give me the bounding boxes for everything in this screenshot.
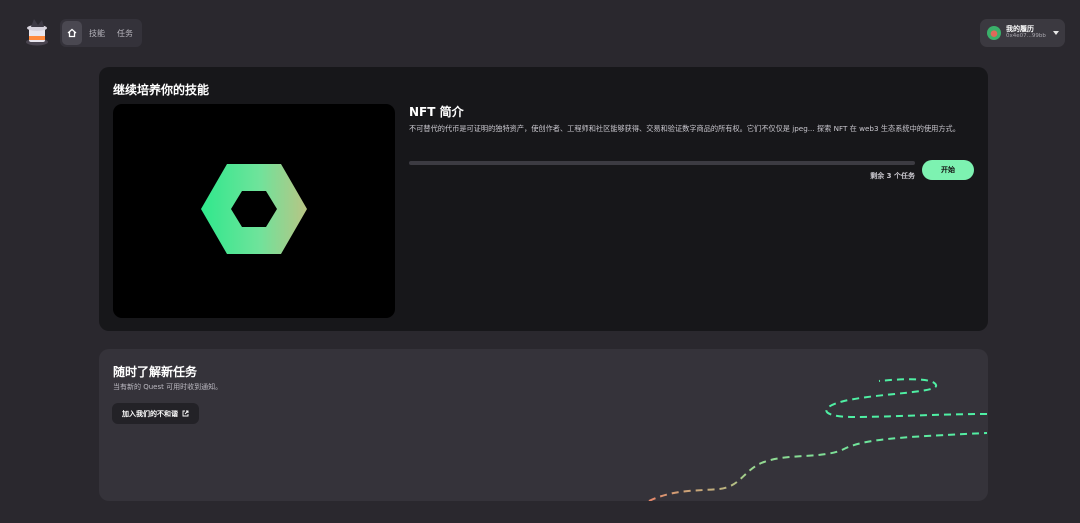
course-progress-bar [409,161,915,165]
nft-hexagon-icon [201,164,307,254]
course-title: NFT 简介 [409,105,464,119]
external-link-icon [182,410,189,417]
join-discord-label: 加入我们的不和谐 [122,409,178,418]
section-title: 继续培养你的技能 [113,83,210,97]
chevron-down-icon [1052,31,1059,35]
wallet-address: 0x4e07...99bb [1006,32,1046,39]
profile-menu-button[interactable]: 我的履历 0x4e07...99bb [980,19,1065,47]
section-title: 随时了解新任务 [113,365,198,379]
tab-quests[interactable]: 任务 [112,21,138,45]
profile-text: 我的履历 0x4e07...99bb [1006,26,1046,39]
main-nav: 技能 任务 [60,19,142,47]
quest-updates-card: 随时了解新任务 当有新的 Quest 可用时收到通知。 加入我们的不和谐 [99,349,988,501]
continue-skills-card: 继续培养你的技能 NFT 简介 不可替代的代币是可证明的独特资产，使创作者、工程… [99,67,988,331]
decorative-squiggle [648,378,988,501]
logo-icon[interactable] [24,16,50,46]
home-icon [67,28,77,38]
section-subtitle: 当有新的 Quest 可用时收到通知。 [113,383,223,391]
tab-skills[interactable]: 技能 [84,21,110,45]
course-thumbnail[interactable] [113,104,395,318]
tasks-remaining: 剩余 3 个任务 [870,172,915,180]
join-discord-button[interactable]: 加入我们的不和谐 [112,403,199,424]
start-button[interactable]: 开始 [922,160,974,180]
avatar [987,26,1001,40]
nav-home[interactable] [62,21,82,45]
course-description: 不可替代的代币是可证明的独特资产，使创作者、工程师和社区能够获得、交易和验证数字… [409,124,960,133]
